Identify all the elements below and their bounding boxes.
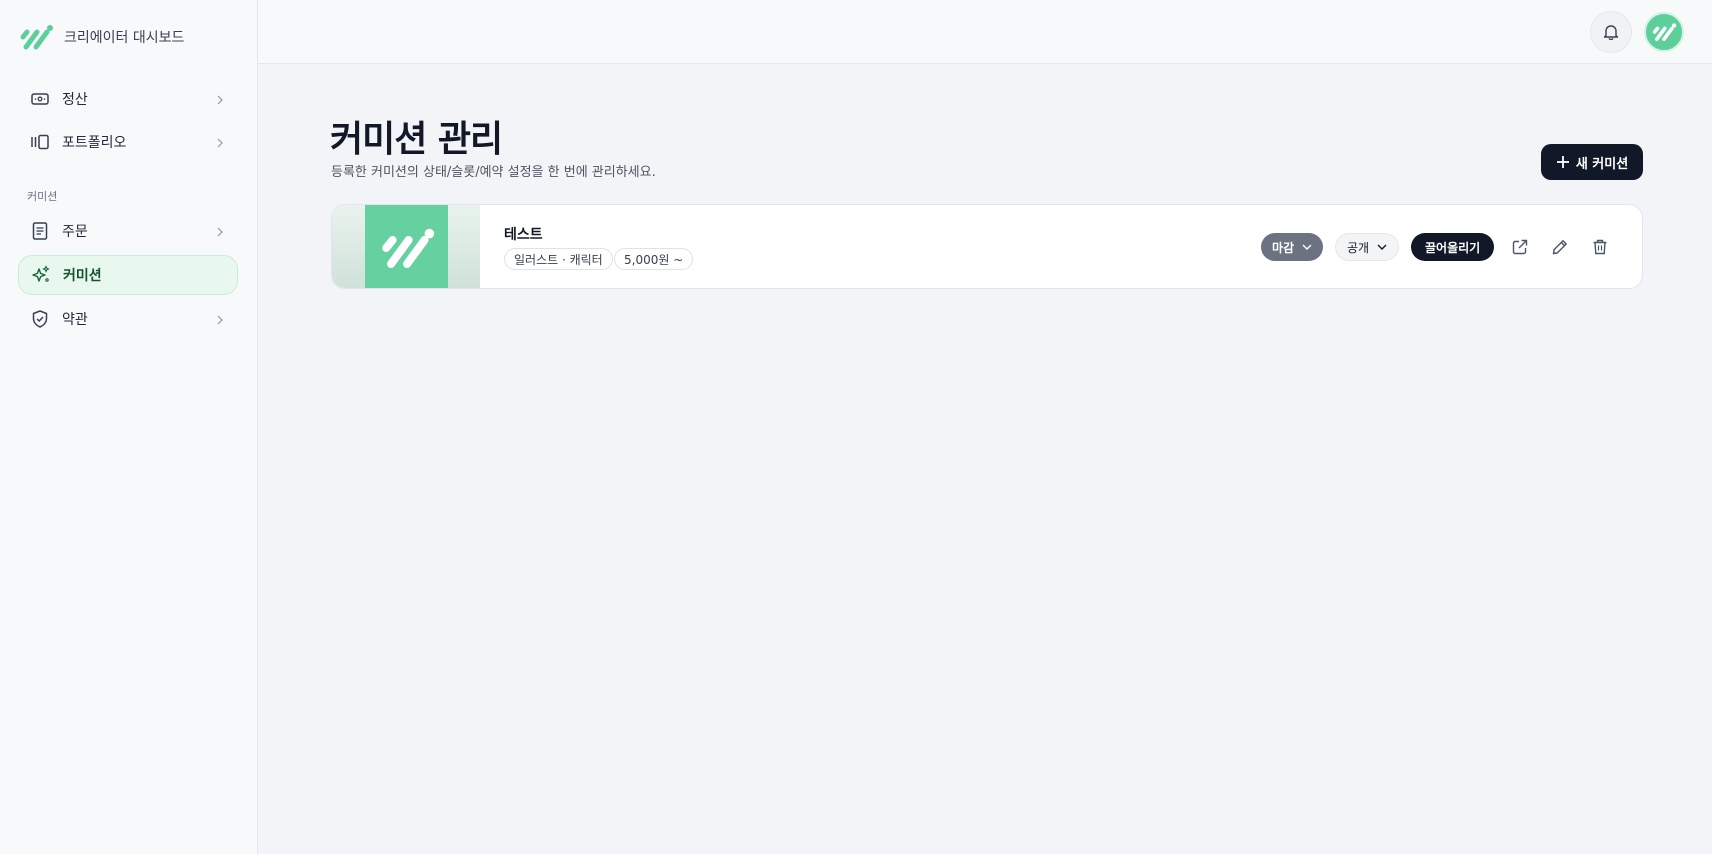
status-dropdown[interactable]: 마감 xyxy=(1261,233,1324,261)
delete-button[interactable] xyxy=(1586,233,1614,261)
sidebar-item-terms[interactable]: 약관 xyxy=(18,299,238,339)
chevron-right-icon xyxy=(216,91,224,110)
status-label: 마감 xyxy=(1272,240,1295,255)
sidebar-item-label: 정산 xyxy=(62,92,88,108)
sparkles-icon xyxy=(31,265,51,285)
new-commission-button[interactable]: 새 커미션 xyxy=(1541,144,1643,180)
topbar xyxy=(258,0,1712,64)
notifications-button[interactable] xyxy=(1590,11,1632,53)
sidebar-item-label: 포트폴리오 xyxy=(62,135,127,151)
avatar-logo-icon xyxy=(1652,23,1677,42)
chevron-right-icon xyxy=(216,311,224,330)
trash-icon xyxy=(1593,239,1607,255)
sidebar-item-commission[interactable]: 커미션 xyxy=(18,255,238,295)
sidebar-item-portfolio[interactable]: 포트폴리오 xyxy=(18,122,238,162)
commission-thumbnail xyxy=(365,205,448,288)
plus-icon xyxy=(1556,156,1569,168)
edit-button[interactable] xyxy=(1546,233,1574,261)
commission-thumbnail-frame xyxy=(332,205,480,288)
bump-button[interactable]: 끌어올리기 xyxy=(1411,233,1495,261)
chevron-right-icon xyxy=(216,223,224,242)
shield-icon xyxy=(30,309,50,329)
sidebar-item-label: 주문 xyxy=(62,224,88,240)
commission-title: 테스트 xyxy=(504,227,543,243)
commission-card[interactable]: 테스트 일러스트 · 캐릭터 5,000원 ~ 마감 공개 끌어올리기 xyxy=(331,204,1643,289)
bump-label: 끌어올리기 xyxy=(1425,240,1481,255)
wallet-icon xyxy=(30,89,50,109)
sidebar: 크리에이터 대시보드 정산 포트폴리오 커미션 주문 커미션 약관 xyxy=(0,0,258,854)
bell-icon xyxy=(1603,25,1619,41)
brand-logo-icon xyxy=(20,25,53,50)
external-link-icon xyxy=(1512,239,1528,255)
brand[interactable]: 크리에이터 대시보드 xyxy=(18,22,184,52)
sidebar-item-label: 커미션 xyxy=(63,268,102,284)
thumbnail-logo-icon xyxy=(381,228,434,268)
pencil-icon xyxy=(1552,240,1567,255)
document-icon xyxy=(30,221,50,241)
sidebar-item-settlement[interactable]: 정산 xyxy=(18,79,238,119)
page-subtitle: 등록한 커미션의 상태/슬롯/예약 설정을 한 번에 관리하세요. xyxy=(331,165,656,180)
sidebar-item-label: 약관 xyxy=(62,312,88,328)
category-tag: 일러스트 · 캐릭터 xyxy=(504,248,613,270)
new-commission-label: 새 커미션 xyxy=(1575,156,1629,172)
brand-name: 크리에이터 대시보드 xyxy=(64,30,185,46)
avatar[interactable] xyxy=(1644,12,1684,52)
visibility-dropdown[interactable]: 공개 xyxy=(1335,233,1400,261)
price-tag: 5,000원 ~ xyxy=(614,248,694,270)
visibility-label: 공개 xyxy=(1347,240,1370,255)
portfolio-icon xyxy=(30,132,50,152)
sidebar-item-orders[interactable]: 주문 xyxy=(18,211,238,251)
page-title: 커미션 관리 xyxy=(330,119,503,160)
chevron-down-icon xyxy=(1302,244,1312,250)
open-external-button[interactable] xyxy=(1506,233,1534,261)
chevron-down-icon xyxy=(1377,244,1387,250)
chevron-right-icon xyxy=(216,134,224,153)
sidebar-section-label: 커미션 xyxy=(27,190,58,203)
